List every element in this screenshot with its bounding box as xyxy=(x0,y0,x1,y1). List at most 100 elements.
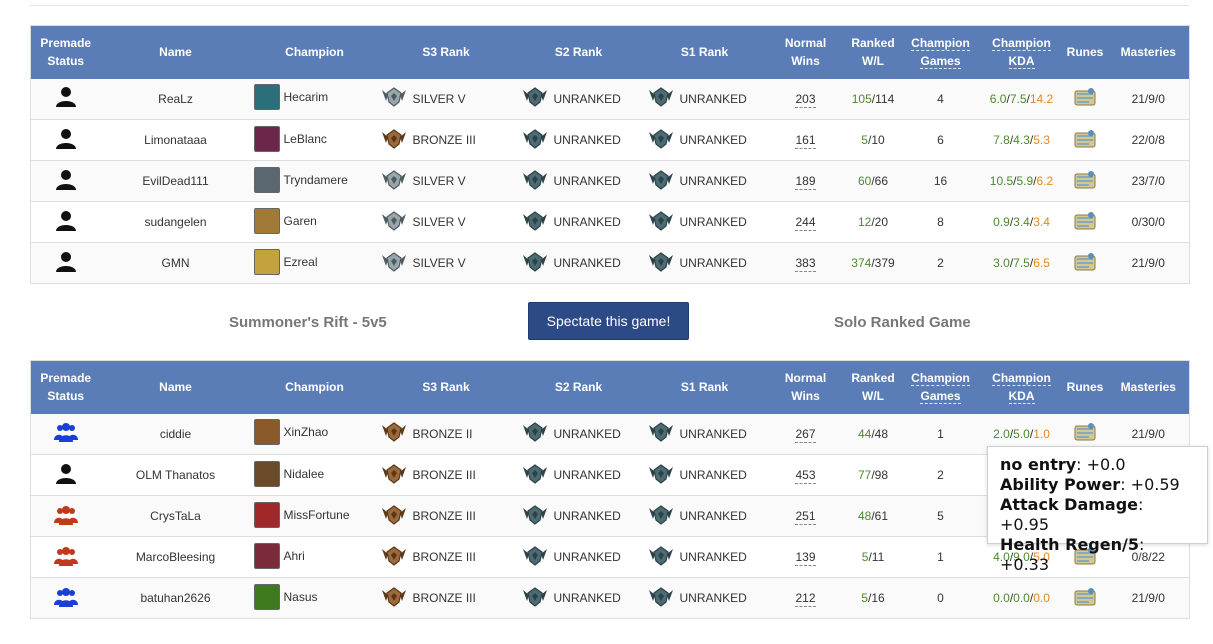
runes-book-icon[interactable] xyxy=(1071,211,1099,236)
premade-status-cell xyxy=(30,119,101,161)
runes-cell[interactable] xyxy=(1062,78,1108,120)
summoner-name[interactable]: ReaLz xyxy=(100,78,251,120)
runes-book-icon[interactable] xyxy=(1071,170,1099,195)
summoner-name[interactable]: CrysTaLa xyxy=(100,495,251,537)
s3-rank-label: BRONZE III xyxy=(412,509,476,523)
summoner-name[interactable]: MarcoBleesing xyxy=(100,536,251,578)
normal-wins-value: 453 xyxy=(795,468,816,484)
premade-status-cell xyxy=(30,201,101,243)
runes-cell[interactable] xyxy=(1062,577,1108,619)
summoner-name[interactable]: ciddie xyxy=(100,413,251,455)
normal-wins-cell[interactable]: 161 xyxy=(765,119,846,161)
normal-wins-value: 212 xyxy=(795,591,816,607)
col-champion-games[interactable]: Champion Games xyxy=(900,25,981,79)
normal-wins-cell[interactable]: 203 xyxy=(765,78,846,120)
normal-wins-cell[interactable]: 453 xyxy=(765,454,846,496)
runes-cell[interactable] xyxy=(1062,242,1108,284)
summoner-name[interactable]: sudangelen xyxy=(100,201,251,243)
s3-rank-cell: SILVER V xyxy=(378,201,514,243)
runes-book-icon[interactable] xyxy=(1071,129,1099,154)
normal-wins-cell[interactable]: 267 xyxy=(765,413,846,455)
col-champion-kda[interactable]: Champion KDA xyxy=(980,25,1063,79)
summoner-name[interactable]: EvilDead111 xyxy=(100,160,251,202)
col-ranked-wl[interactable]: Ranked W/L xyxy=(845,360,901,414)
champion-cell[interactable]: Nidalee xyxy=(250,454,379,496)
ranked-wl-cell: 5/10 xyxy=(845,119,901,161)
kda-assists: 0.0 xyxy=(1033,591,1050,605)
summoner-name[interactable]: GMN xyxy=(100,242,251,284)
s1-rank-cell: UNRANKED xyxy=(643,201,766,243)
champion-cell[interactable]: Tryndamere xyxy=(250,160,379,202)
champion-portrait-icon xyxy=(253,84,280,111)
col-runes[interactable]: Runes xyxy=(1062,25,1108,79)
normal-wins-cell[interactable]: 139 xyxy=(765,536,846,578)
col-normal-wins[interactable]: Normal Wins xyxy=(765,25,846,79)
s1-rank-cell: UNRANKED xyxy=(643,495,766,537)
runes-book-icon[interactable] xyxy=(1071,88,1099,112)
normal-wins-cell[interactable]: 212 xyxy=(765,577,846,619)
champion-cell[interactable]: XinZhao xyxy=(250,413,379,455)
col-runes[interactable]: Runes xyxy=(1062,360,1108,414)
champion-cell[interactable]: Garen xyxy=(250,201,379,243)
col-champion-kda[interactable]: Champion KDA xyxy=(980,360,1063,414)
col-s1-rank[interactable]: S1 Rank xyxy=(643,25,766,79)
col-name[interactable]: Name xyxy=(100,25,251,79)
col-s3-rank[interactable]: S3 Rank xyxy=(378,25,514,79)
normal-wins-cell[interactable]: 244 xyxy=(765,201,846,243)
s3-rank-cell: BRONZE III xyxy=(378,119,514,161)
ranked-wins: 48 xyxy=(857,509,872,523)
runes-book-icon[interactable] xyxy=(1071,252,1099,277)
normal-wins-value: 161 xyxy=(795,133,816,149)
rank-emblem-icon xyxy=(522,463,548,488)
col-masteries[interactable]: Masteries xyxy=(1107,25,1190,79)
col-ranked-wl[interactable]: Ranked W/L xyxy=(845,25,901,79)
col-premade-status[interactable]: Premade Status xyxy=(30,25,101,79)
normal-wins-cell[interactable]: 383 xyxy=(765,242,846,284)
champion-name: LeBlanc xyxy=(283,131,327,146)
champion-games-cell: 0 xyxy=(900,577,981,619)
runes-cell[interactable] xyxy=(1062,119,1108,161)
premade-group-icon xyxy=(53,423,78,446)
summoner-name[interactable]: Limonataaa xyxy=(100,119,251,161)
champion-cell[interactable]: Hecarim xyxy=(250,78,379,120)
normal-wins-cell[interactable]: 251 xyxy=(765,495,846,537)
champion-cell[interactable]: LeBlanc xyxy=(250,119,379,161)
spectate-button[interactable]: Spectate this game! xyxy=(528,302,689,340)
col-premade-status[interactable]: Premade Status xyxy=(30,360,101,414)
col-champion[interactable]: Champion xyxy=(250,360,379,414)
champion-cell[interactable]: Nasus xyxy=(250,577,379,619)
col-name[interactable]: Name xyxy=(100,360,251,414)
ranked-wl-cell: 105/114 xyxy=(845,78,901,120)
col-s3-rank[interactable]: S3 Rank xyxy=(378,360,514,414)
summoner-name[interactable]: OLM Thanatos xyxy=(100,454,251,496)
champion-cell[interactable]: MissFortune xyxy=(250,495,379,537)
kda-kills: 3.0 xyxy=(993,256,1010,270)
runes-cell[interactable] xyxy=(1062,201,1108,243)
s3-rank-cell: BRONZE III xyxy=(378,454,514,496)
champion-portrait-icon xyxy=(253,248,280,275)
champion-cell[interactable]: Ahri xyxy=(250,536,379,578)
col-s2-rank[interactable]: S2 Rank xyxy=(513,25,644,79)
premade-group-icon xyxy=(53,587,78,611)
runes-cell[interactable] xyxy=(1062,160,1108,202)
normal-wins-cell[interactable]: 189 xyxy=(765,160,846,202)
kda-kills: 0.9 xyxy=(993,215,1010,229)
col-normal-wins[interactable]: Normal Wins xyxy=(765,360,846,414)
champion-cell[interactable]: Ezreal xyxy=(250,242,379,284)
col-s1-rank[interactable]: S1 Rank xyxy=(643,360,766,414)
rank-emblem-icon xyxy=(648,169,674,194)
s3-rank-cell: SILVER V xyxy=(378,160,514,202)
s1-rank-cell: UNRANKED xyxy=(643,413,766,455)
col-masteries[interactable]: Masteries xyxy=(1107,360,1190,414)
rank-emblem-icon xyxy=(648,210,674,235)
champion-games-cell: 1 xyxy=(900,413,981,455)
summoner-name[interactable]: batuhan2626 xyxy=(100,577,251,619)
col-champion-games[interactable]: Champion Games xyxy=(900,360,981,414)
s2-rank-label: UNRANKED xyxy=(553,215,621,229)
runes-book-icon[interactable] xyxy=(1071,587,1099,612)
col-champion[interactable]: Champion xyxy=(250,25,379,79)
champion-name: XinZhao xyxy=(283,425,329,440)
champion-games-cell: 6 xyxy=(900,119,981,161)
col-s2-rank[interactable]: S2 Rank xyxy=(513,360,644,414)
kda-assists: 1.0 xyxy=(1033,426,1050,441)
